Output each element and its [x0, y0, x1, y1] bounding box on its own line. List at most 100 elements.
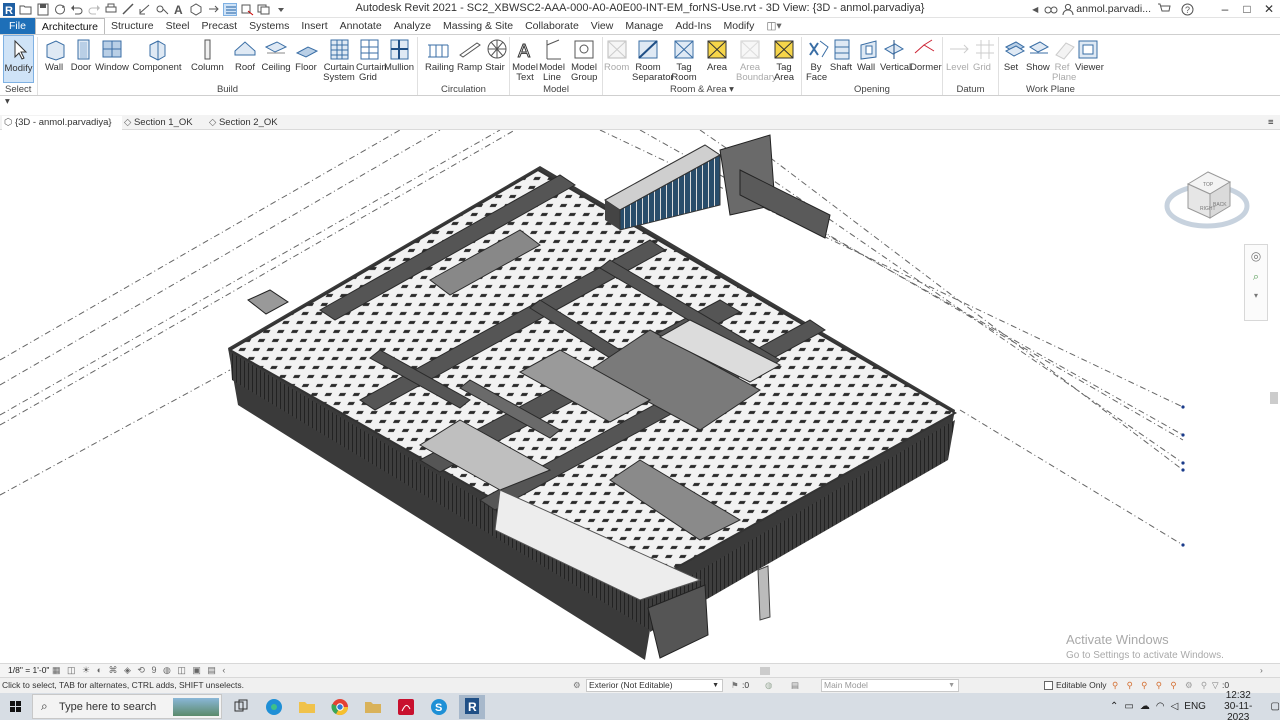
- room-button[interactable]: Room: [604, 35, 629, 83]
- tab-structure[interactable]: Structure: [105, 18, 160, 34]
- wall-button[interactable]: Wall: [856, 35, 877, 83]
- vertical-scrollbar[interactable]: [1270, 392, 1278, 404]
- dormer-button[interactable]: Dormer: [910, 35, 942, 83]
- tab-steel[interactable]: Steel: [160, 18, 196, 34]
- tab-view[interactable]: View: [585, 18, 620, 34]
- roof-button[interactable]: Roof: [232, 35, 258, 83]
- model-group-button[interactable]: Model Group: [571, 35, 597, 83]
- tab-analyze[interactable]: Analyze: [388, 18, 437, 34]
- notification-icon[interactable]: ▢: [1271, 701, 1280, 712]
- by-face-button[interactable]: By Face: [806, 35, 829, 83]
- railing-button[interactable]: Railing: [425, 35, 454, 83]
- curtain-system-button[interactable]: Curtain System: [323, 35, 355, 83]
- mullion-button[interactable]: Mullion: [384, 35, 414, 83]
- design-option-select[interactable]: Main Model ▼: [821, 679, 959, 692]
- wifi-icon[interactable]: ◠: [1156, 701, 1165, 712]
- minimize-button[interactable]: –: [1214, 0, 1236, 18]
- chrome-icon[interactable]: [329, 696, 351, 718]
- room-separator-button[interactable]: Room Separator: [632, 35, 674, 83]
- taskbar-search[interactable]: ⌕ Type here to search: [32, 694, 222, 719]
- chevron-up-icon[interactable]: ⌃: [1110, 701, 1118, 712]
- selection-filter-icons[interactable]: ⚲ ⚲ ⚲ ⚲ ⚲ ⚙ ⚲: [1112, 678, 1210, 693]
- modify-button[interactable]: Modify: [3, 35, 34, 83]
- window-button[interactable]: Window: [95, 35, 129, 83]
- ribbon-display-options-icon[interactable]: ◫▾: [760, 18, 787, 34]
- model-line-button[interactable]: Model Line: [539, 35, 565, 83]
- editing-requests-icon[interactable]: ⚑: [731, 678, 739, 693]
- design-options-icon[interactable]: ▤: [791, 678, 799, 693]
- edge-icon[interactable]: [263, 696, 285, 718]
- tab-systems[interactable]: Systems: [243, 18, 295, 34]
- binoculars-icon[interactable]: [1044, 3, 1058, 15]
- tab-insert[interactable]: Insert: [295, 18, 333, 34]
- tab-massing-site[interactable]: Massing & Site: [437, 18, 519, 34]
- horizontal-scroll-thumb[interactable]: [760, 667, 770, 675]
- panel-room-area[interactable]: Room & Area ▾: [603, 84, 801, 96]
- windows-start-icon[interactable]: [5, 696, 27, 718]
- wall-button[interactable]: Wall: [42, 35, 66, 83]
- curtain-grid-button[interactable]: Curtain Grid: [356, 35, 387, 83]
- tab-menu-icon[interactable]: ≡: [1268, 116, 1274, 129]
- worksets-icon[interactable]: ⚙: [573, 678, 581, 693]
- scroll-right-icon[interactable]: ›: [1260, 664, 1263, 677]
- view-cube[interactable]: RIGHT BACK TOP: [1160, 164, 1255, 234]
- tab-modify[interactable]: Modify: [718, 18, 761, 34]
- ref-plane-button[interactable]: Ref Plane: [1052, 35, 1076, 83]
- tab-section-2[interactable]: ◇ Section 2_OK: [209, 116, 278, 129]
- file-explorer-icon[interactable]: [296, 696, 318, 718]
- network-icon[interactable]: ▭: [1124, 701, 1133, 712]
- area-button[interactable]: Area: [704, 35, 730, 83]
- viewcube-back[interactable]: BACK: [1213, 202, 1227, 208]
- volume-icon[interactable]: ◁: [1171, 701, 1179, 712]
- tab-section-1[interactable]: ◇ Section 1_OK: [124, 116, 193, 129]
- user-icon[interactable]: [1062, 3, 1074, 16]
- tab-precast[interactable]: Precast: [196, 18, 244, 34]
- onedrive-icon[interactable]: ☁: [1140, 701, 1150, 712]
- folder-icon[interactable]: [362, 696, 384, 718]
- model-text-button[interactable]: A Model Text: [512, 35, 538, 83]
- tab-file[interactable]: File: [0, 18, 35, 34]
- 3d-view-canvas[interactable]: RIGHT BACK TOP ◎ ⌕ ▾: [0, 130, 1280, 663]
- column-button[interactable]: Column: [191, 35, 224, 83]
- cart-icon[interactable]: [1157, 3, 1171, 15]
- floor-button[interactable]: Floor: [294, 35, 319, 83]
- skype-icon[interactable]: S: [428, 696, 450, 718]
- tag-area-button[interactable]: Tag Area: [771, 35, 797, 83]
- active-workset-select[interactable]: Exterior (Not Editable) ▼: [586, 679, 723, 692]
- maximize-button[interactable]: □: [1236, 0, 1258, 18]
- vertical-button[interactable]: Vertical: [880, 35, 911, 83]
- tab-add-ins[interactable]: Add-Ins: [669, 18, 717, 34]
- tab-annotate[interactable]: Annotate: [334, 18, 388, 34]
- component-button[interactable]: Component: [132, 35, 182, 83]
- stair-button[interactable]: Stair: [484, 35, 507, 83]
- viewer-button[interactable]: Viewer: [1075, 35, 1104, 83]
- ceiling-button[interactable]: Ceiling: [261, 35, 291, 83]
- steering-wheel-icon[interactable]: ◎: [1245, 249, 1267, 271]
- task-view-icon[interactable]: [230, 696, 252, 718]
- level-button[interactable]: Level: [946, 35, 969, 83]
- nav-options-icon[interactable]: ▾: [1245, 291, 1267, 305]
- close-button[interactable]: ✕: [1258, 0, 1280, 18]
- viewcube-top[interactable]: TOP: [1203, 182, 1214, 188]
- set-button[interactable]: Set: [1002, 35, 1026, 83]
- zoom-icon[interactable]: ⌕: [1245, 271, 1267, 291]
- tag-room-button[interactable]: Tag Room: [671, 35, 697, 83]
- acrobat-icon[interactable]: [395, 696, 417, 718]
- door-button[interactable]: Door: [70, 35, 92, 83]
- show-button[interactable]: Show: [1026, 35, 1050, 83]
- tab-collaborate[interactable]: Collaborate: [519, 18, 585, 34]
- help-icon[interactable]: ?: [1181, 3, 1194, 16]
- tab-architecture[interactable]: Architecture: [34, 18, 105, 34]
- panel-select[interactable]: Select ▾: [2, 84, 38, 107]
- editable-only-checkbox[interactable]: [1044, 681, 1053, 690]
- grid-button[interactable]: Grid: [972, 35, 994, 83]
- revit-taskbar-icon[interactable]: R: [459, 695, 485, 719]
- area-boundary-button[interactable]: Area Boundary: [736, 35, 777, 83]
- help-back-icon[interactable]: ◀: [1032, 5, 1038, 14]
- view-scale[interactable]: 1/8" = 1'-0": [8, 664, 49, 677]
- clock[interactable]: 12:32 30-11-2023: [1214, 690, 1263, 723]
- tab-manage[interactable]: Manage: [619, 18, 669, 34]
- language-indicator[interactable]: ENG: [1184, 701, 1206, 712]
- user-name[interactable]: anmol.parvadi...: [1076, 3, 1151, 15]
- shaft-button[interactable]: Shaft: [829, 35, 853, 83]
